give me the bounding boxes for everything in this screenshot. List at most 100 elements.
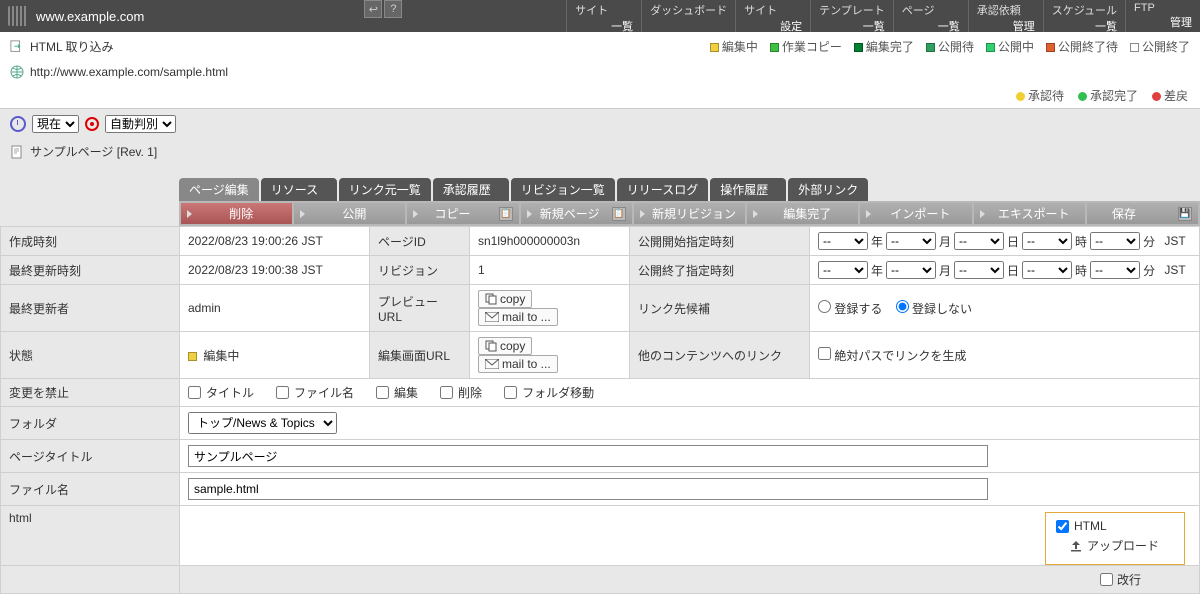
register-yes-radio[interactable]: 登録する <box>818 302 882 316</box>
page-title-row: サンプルページ [Rev. 1] <box>0 139 1200 164</box>
app-logo-icon <box>8 6 28 26</box>
pub-start-label: 公開開始指定時刻 <box>630 227 810 256</box>
tab-op-history[interactable]: 操作履歴 <box>710 178 786 201</box>
html-options-panel: HTML アップロード <box>1045 512 1185 565</box>
nav-site-list[interactable]: サイト一覧 <box>566 0 641 32</box>
filename-label: ファイル名 <box>1 473 180 506</box>
tab-release-log[interactable]: リリースログ <box>617 178 708 201</box>
status-editing: 編集中 <box>710 38 758 55</box>
nav-approval[interactable]: 承認依頼管理 <box>968 0 1043 32</box>
updated-value: 2022/08/23 19:00:38 JST <box>180 256 370 285</box>
state-label: 状態 <box>1 332 180 379</box>
mail-edit-url-button[interactable]: mail to ... <box>478 355 558 373</box>
folder-select[interactable]: トップ/News & Topics <box>188 412 337 434</box>
chk-delete[interactable]: 削除 <box>440 384 482 401</box>
back-icon[interactable]: ↩ <box>364 0 382 18</box>
publish-button[interactable]: 公開 <box>294 203 405 224</box>
time-selector-row: 現在 自動判別 <box>0 108 1200 139</box>
status-edit-done: 編集完了 <box>854 38 914 55</box>
register-no-radio[interactable]: 登録しない <box>896 302 972 316</box>
page-url: http://www.example.com/sample.html <box>30 65 228 79</box>
export-button[interactable]: エキスポート <box>974 203 1085 224</box>
title-cell <box>180 440 1200 473</box>
import-button[interactable]: インポート <box>860 203 971 224</box>
other-link-label: 他のコンテンツへのリンク <box>630 332 810 379</box>
tab-page-edit[interactable]: ページ編集 <box>179 178 259 201</box>
status-working-copy: 作業コピー <box>770 38 842 55</box>
page-url-row: http://www.example.com/sample.html <box>0 61 1200 83</box>
record-icon <box>85 117 99 131</box>
page-id-label: ページID <box>370 227 470 256</box>
page-icon <box>10 145 24 159</box>
site-domain: www.example.com <box>36 9 144 24</box>
upload-icon <box>1070 540 1082 552</box>
state-value: 編集中 <box>180 332 370 379</box>
nav-ftp[interactable]: FTP管理 <box>1125 0 1200 32</box>
chk-title[interactable]: タイトル <box>188 384 254 401</box>
globe-icon <box>10 65 24 79</box>
revision-label: リビジョン <box>370 256 470 285</box>
pub-end-label: 公開終了指定時刻 <box>630 256 810 285</box>
help-icon[interactable]: ? <box>384 0 402 18</box>
legend-bar: HTML 取り込み 編集中 作業コピー 編集完了 公開待 公開中 公開終了待 公… <box>0 32 1200 61</box>
copy-button[interactable]: コピー📋 <box>407 203 518 224</box>
save-icon[interactable]: 💾 <box>1178 207 1192 221</box>
day-select[interactable]: -- <box>954 261 1004 279</box>
hour-select[interactable]: -- <box>1022 232 1072 250</box>
delete-button[interactable]: 削除 <box>181 203 292 224</box>
copy-icon <box>485 340 497 352</box>
mail-icon <box>485 359 499 369</box>
copy-preview-url-button[interactable]: copy <box>478 290 532 308</box>
created-value: 2022/08/23 19:00:26 JST <box>180 227 370 256</box>
link-cand-label: リンク先候補 <box>630 285 810 332</box>
clipboard-icon[interactable]: 📋 <box>612 207 626 221</box>
year-select[interactable]: -- <box>818 261 868 279</box>
nav-dashboard[interactable]: ダッシュボード <box>641 0 735 32</box>
year-select[interactable]: -- <box>818 232 868 250</box>
chk-folder-move[interactable]: フォルダ移動 <box>504 384 594 401</box>
mail-preview-url-button[interactable]: mail to ... <box>478 308 558 326</box>
title-input[interactable] <box>188 445 988 467</box>
filename-input[interactable] <box>188 478 988 500</box>
approval-wait: 承認待 <box>1016 87 1064 104</box>
month-select[interactable]: -- <box>886 261 936 279</box>
tab-revision-list[interactable]: リビジョン一覧 <box>511 178 615 201</box>
tab-resource[interactable]: リソース <box>261 178 337 201</box>
nav-template-list[interactable]: テンプレート一覧 <box>810 0 893 32</box>
forbid-checks: タイトル ファイル名 編集 削除 フォルダ移動 <box>180 379 1200 407</box>
updater-value: admin <box>180 285 370 332</box>
time-select[interactable]: 現在 <box>32 115 79 133</box>
save-button[interactable]: 保存💾 <box>1087 203 1198 224</box>
hour-select[interactable]: -- <box>1022 261 1072 279</box>
chk-filename[interactable]: ファイル名 <box>276 384 354 401</box>
clipboard-icon[interactable]: 📋 <box>499 207 513 221</box>
created-label: 作成時刻 <box>1 227 180 256</box>
chk-edit[interactable]: 編集 <box>376 384 418 401</box>
nav-site-settings[interactable]: サイト設定 <box>735 0 810 32</box>
link-cand-value: 登録する 登録しない <box>810 285 1200 332</box>
upload-button[interactable]: アップロード <box>1056 537 1174 554</box>
kaigyo-checkbox[interactable]: 改行 <box>1100 571 1141 588</box>
revision-value: 1 <box>470 256 630 285</box>
edit-url-actions: copy mail to ... <box>470 332 630 379</box>
tab-external-link[interactable]: 外部リンク <box>788 178 868 201</box>
min-select[interactable]: -- <box>1090 261 1140 279</box>
edit-done-button[interactable]: 編集完了 <box>747 203 858 224</box>
day-select[interactable]: -- <box>954 232 1004 250</box>
main-tabs: ページ編集 リソース リンク元一覧 承認履歴 リビジョン一覧 リリースログ 操作… <box>0 178 1200 201</box>
tab-link-src[interactable]: リンク元一覧 <box>339 178 431 201</box>
new-page-button[interactable]: 新規ページ📋 <box>521 203 632 224</box>
html-cell: HTML アップロード <box>180 506 1200 566</box>
new-revision-button[interactable]: 新規リビジョン <box>634 203 745 224</box>
tab-approval-history[interactable]: 承認履歴 <box>433 178 509 201</box>
html-checkbox[interactable] <box>1056 520 1069 533</box>
pub-end-value: --年 --月 --日 --時 --分 JST <box>810 256 1200 285</box>
month-select[interactable]: -- <box>886 232 936 250</box>
abs-path-checkbox[interactable]: 絶対パスでリンクを生成 <box>818 349 966 363</box>
preview-url-label: プレビューURL <box>370 285 470 332</box>
nav-schedule[interactable]: スケジュール一覧 <box>1043 0 1125 32</box>
detect-select[interactable]: 自動判別 <box>105 115 176 133</box>
copy-edit-url-button[interactable]: copy <box>478 337 532 355</box>
min-select[interactable]: -- <box>1090 232 1140 250</box>
nav-page-list[interactable]: ページ一覧 <box>893 0 968 32</box>
